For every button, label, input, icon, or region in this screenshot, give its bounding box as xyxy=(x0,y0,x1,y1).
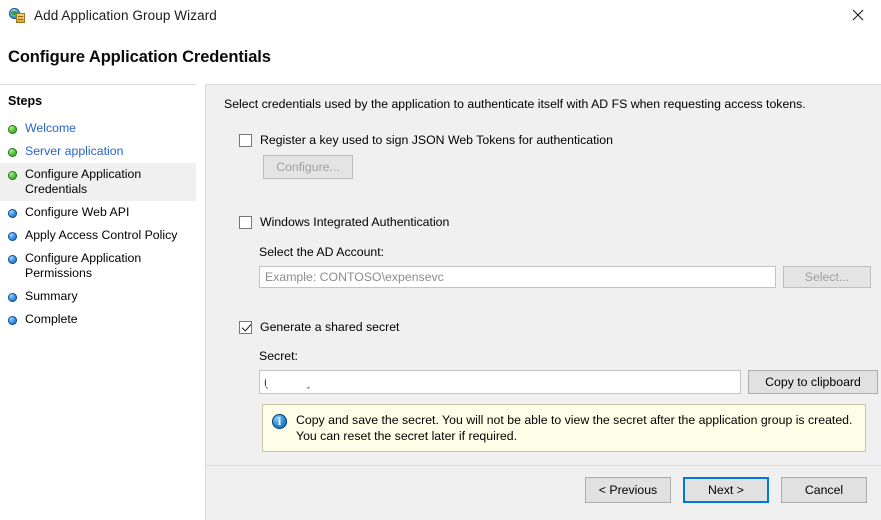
sidebar-item-welcome[interactable]: Welcome xyxy=(0,117,196,140)
sidebar-item-configure-application-credentials[interactable]: Configure Application Credentials xyxy=(0,163,196,201)
windows-auth-checkbox-row[interactable]: Windows Integrated Authentication xyxy=(239,215,449,229)
page-title: Configure Application Credentials xyxy=(8,48,271,67)
sidebar-item-configure-web-api[interactable]: Configure Web API xyxy=(0,201,196,224)
wizard-body: Steps Welcome Server application Configu… xyxy=(0,84,881,520)
windows-auth-label: Windows Integrated Authentication xyxy=(260,215,449,229)
steps-heading: Steps xyxy=(8,94,42,108)
shared-secret-checkbox-row[interactable]: Generate a shared secret xyxy=(239,320,399,334)
sidebar-item-label: Apply Access Control Policy xyxy=(25,228,177,243)
shared-secret-checkbox[interactable] xyxy=(239,321,252,334)
cancel-button[interactable]: Cancel xyxy=(781,477,867,503)
secret-info-banner: Copy and save the secret. You will not b… xyxy=(262,404,866,452)
secret-value: (JWX 4!}1A VFD4LY-NLC3UWL-S40 4 H xyxy=(260,375,482,389)
steps-sidebar: Steps Welcome Server application Configu… xyxy=(0,84,196,520)
close-icon[interactable] xyxy=(835,0,881,30)
info-icon xyxy=(272,414,287,429)
footer-button-group: < Previous Next > Cancel xyxy=(585,477,867,503)
sidebar-item-label: Configure Application Permissions xyxy=(25,251,180,281)
copy-to-clipboard-button[interactable]: Copy to clipboard xyxy=(748,370,878,394)
secret-info-text: Copy and save the secret. You will not b… xyxy=(296,412,857,444)
step-bullet-icon xyxy=(8,125,17,134)
main-panel: Select credentials used by the applicati… xyxy=(205,84,881,520)
ad-account-label: Select the AD Account: xyxy=(259,245,384,259)
sidebar-item-complete[interactable]: Complete xyxy=(0,308,196,331)
secret-input[interactable]: (JWX 4!}1A VFD4LY-NLC3UWL-S40 4 H xyxy=(259,370,741,394)
step-bullet-icon xyxy=(8,148,17,157)
ad-account-input[interactable]: Example: CONTOSO\expensevc xyxy=(259,266,776,288)
steps-list: Welcome Server application Configure App… xyxy=(0,117,196,331)
next-button[interactable]: Next > xyxy=(683,477,769,503)
sidebar-item-label: Configure Web API xyxy=(25,205,129,220)
select-ad-account-button[interactable]: Select... xyxy=(783,266,871,288)
step-bullet-icon xyxy=(8,232,17,241)
shared-secret-label: Generate a shared secret xyxy=(260,320,399,334)
sidebar-item-apply-access-control-policy[interactable]: Apply Access Control Policy xyxy=(0,224,196,247)
step-bullet-icon xyxy=(8,209,17,218)
configure-key-button[interactable]: Configure... xyxy=(263,155,353,179)
step-bullet-icon xyxy=(8,316,17,325)
sidebar-item-label: Configure Application Credentials xyxy=(25,167,180,197)
sidebar-item-server-application[interactable]: Server application xyxy=(0,140,196,163)
step-bullet-icon xyxy=(8,293,17,302)
sidebar-item-summary[interactable]: Summary xyxy=(0,285,196,308)
ad-account-placeholder: Example: CONTOSO\expensevc xyxy=(260,270,444,284)
secret-field-label: Secret: xyxy=(259,349,298,363)
step-bullet-icon xyxy=(8,255,17,264)
adfs-server-globe-icon xyxy=(9,7,25,23)
register-key-checkbox[interactable] xyxy=(239,134,252,147)
title-bar: Add Application Group Wizard xyxy=(0,0,881,30)
sidebar-item-label: Server application xyxy=(25,144,123,159)
previous-button[interactable]: < Previous xyxy=(585,477,671,503)
window-title: Add Application Group Wizard xyxy=(34,8,217,23)
register-key-checkbox-row[interactable]: Register a key used to sign JSON Web Tok… xyxy=(239,133,613,147)
step-bullet-icon xyxy=(8,171,17,180)
register-key-label: Register a key used to sign JSON Web Tok… xyxy=(260,133,613,147)
sidebar-item-label: Welcome xyxy=(25,121,76,136)
intro-text: Select credentials used by the applicati… xyxy=(224,97,806,111)
sidebar-item-configure-application-permissions[interactable]: Configure Application Permissions xyxy=(0,247,196,285)
sidebar-item-label: Summary xyxy=(25,289,78,304)
windows-auth-checkbox[interactable] xyxy=(239,216,252,229)
sidebar-item-label: Complete xyxy=(25,312,78,327)
wizard-footer: < Previous Next > Cancel xyxy=(206,465,881,520)
